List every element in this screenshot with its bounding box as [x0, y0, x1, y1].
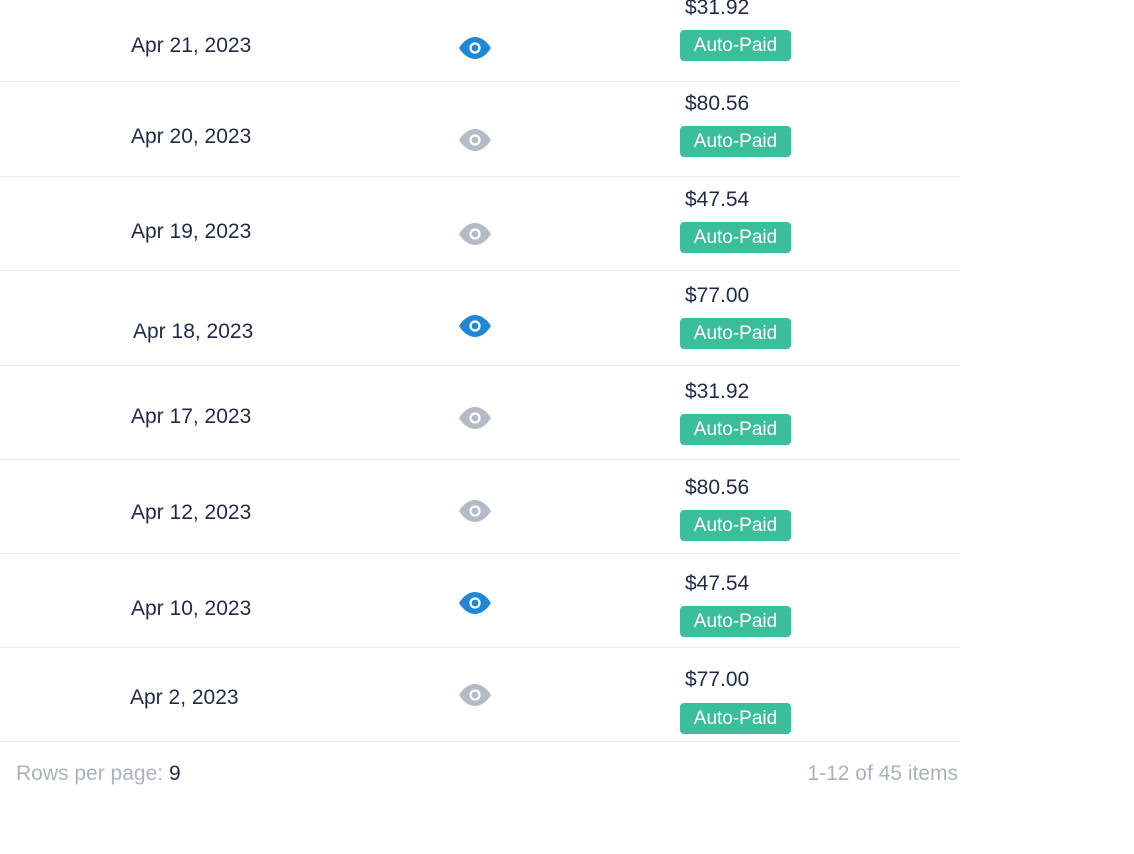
pagination-range: 1-12 of 45 items — [807, 762, 958, 785]
status-badge: Auto-Paid — [680, 318, 791, 349]
table-row: Apr 19, 2023 $47.54 Auto-Paid — [0, 176, 960, 271]
status-badge: Auto-Paid — [680, 126, 791, 157]
eye-icon[interactable] — [458, 37, 492, 59]
table-row: Apr 17, 2023 $31.92 Auto-Paid — [0, 365, 960, 460]
row-amount: $31.92 — [685, 0, 750, 19]
eye-icon[interactable] — [458, 129, 492, 151]
status-badge: Auto-Paid — [680, 510, 791, 541]
eye-icon[interactable] — [458, 223, 492, 245]
row-date: Apr 18, 2023 — [133, 320, 254, 343]
eye-icon[interactable] — [458, 500, 492, 522]
table-row: Apr 21, 2023 $31.92 Auto-Paid — [0, 0, 960, 82]
row-date: Apr 12, 2023 — [131, 501, 252, 524]
table-row: Apr 10, 2023 $47.54 Auto-Paid — [0, 553, 960, 648]
row-date: Apr 2, 2023 — [130, 686, 239, 709]
table-footer: Rows per page: 9 1-12 of 45 items — [0, 742, 960, 802]
status-badge: Auto-Paid — [680, 222, 791, 253]
table-row: Apr 12, 2023 $80.56 Auto-Paid — [0, 459, 960, 554]
rows-per-page: Rows per page: 9 — [16, 762, 181, 786]
row-amount: $47.54 — [685, 572, 750, 595]
eye-icon[interactable] — [458, 407, 492, 429]
status-badge: Auto-Paid — [680, 414, 791, 445]
table-row: Apr 20, 2023 $80.56 Auto-Paid — [0, 81, 960, 177]
status-badge: Auto-Paid — [680, 30, 791, 61]
row-date: Apr 21, 2023 — [131, 34, 252, 57]
row-amount: $80.56 — [685, 476, 750, 499]
rows-per-page-label: Rows per page: — [16, 762, 164, 785]
row-date: Apr 19, 2023 — [131, 220, 252, 243]
row-date: Apr 17, 2023 — [131, 405, 252, 428]
status-badge: Auto-Paid — [680, 606, 791, 637]
eye-icon[interactable] — [458, 592, 492, 614]
row-date: Apr 10, 2023 — [131, 597, 252, 620]
row-amount: $31.92 — [685, 380, 750, 403]
table-row: Apr 2, 2023 $77.00 Auto-Paid — [0, 647, 960, 742]
row-amount: $80.56 — [685, 92, 750, 115]
rows-per-page-select[interactable]: 9 — [169, 762, 181, 785]
eye-icon[interactable] — [458, 315, 492, 337]
table-row: Apr 18, 2023 $77.00 Auto-Paid — [0, 270, 960, 366]
row-amount: $47.54 — [685, 188, 750, 211]
status-badge: Auto-Paid — [680, 703, 791, 734]
row-date: Apr 20, 2023 — [131, 125, 252, 148]
row-amount: $77.00 — [685, 284, 750, 307]
row-amount: $77.00 — [685, 668, 750, 691]
eye-icon[interactable] — [458, 684, 492, 706]
